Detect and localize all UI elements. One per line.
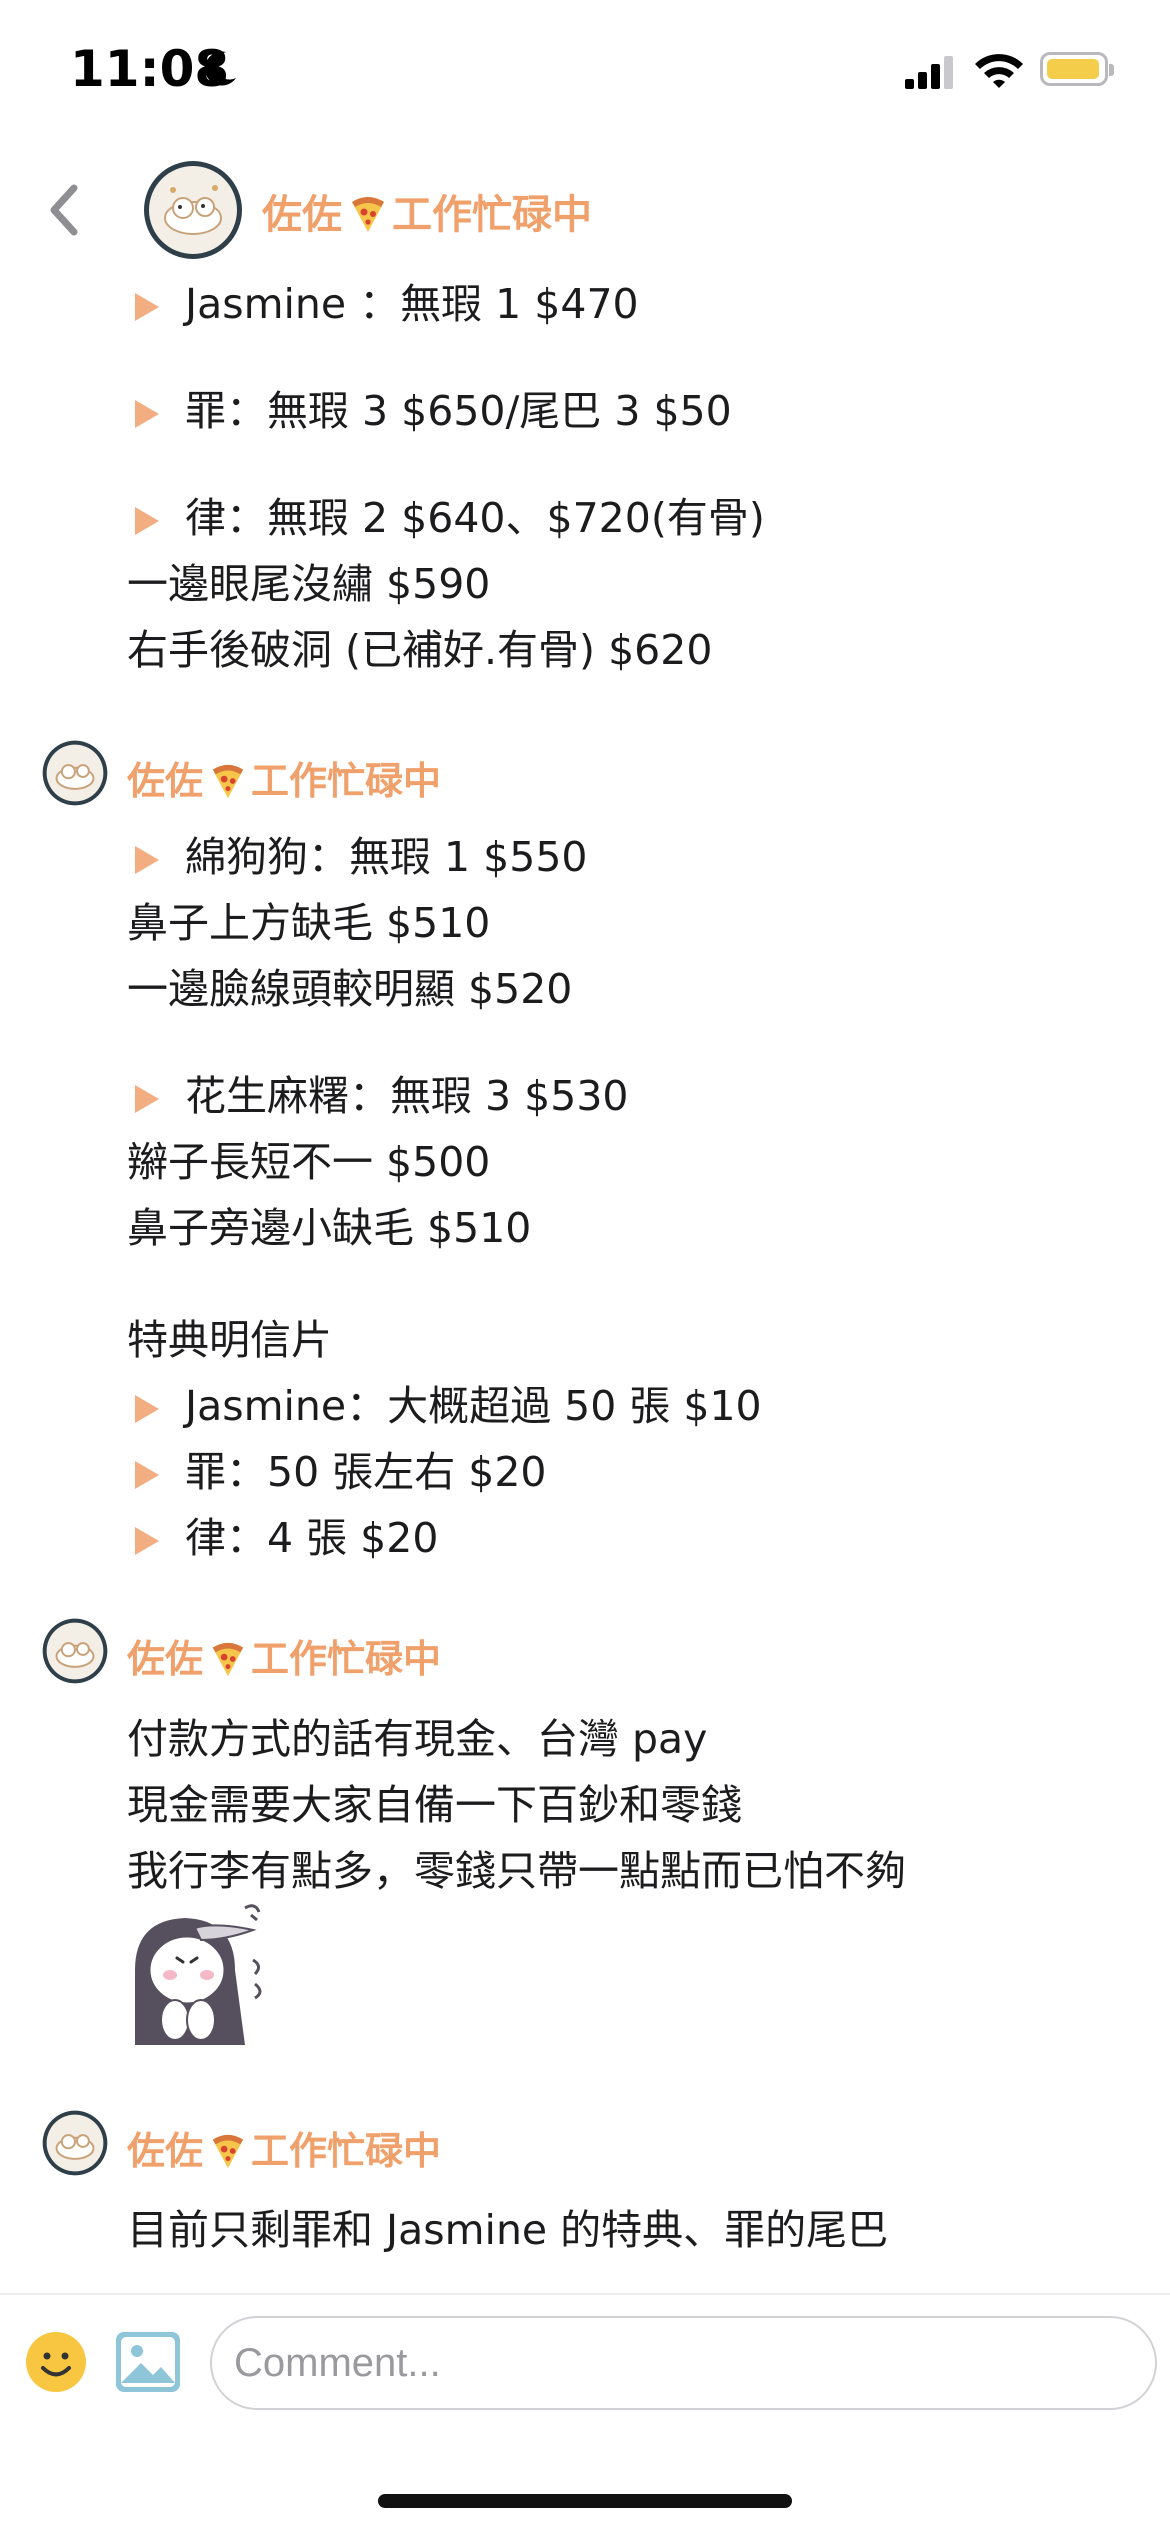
composer-divider xyxy=(0,2293,1170,2295)
wifi-icon xyxy=(975,54,1023,88)
message-line: 辮子長短不一 $500 xyxy=(127,1138,491,1186)
avatar[interactable] xyxy=(42,2110,108,2176)
bullet-icon xyxy=(135,1085,159,1113)
battery-icon xyxy=(1040,52,1114,86)
avatar[interactable] xyxy=(143,160,243,260)
message-line: 律：無瑕 2 $640、$720(有骨) xyxy=(127,484,765,544)
status-bar: 11:08 xyxy=(0,0,1170,140)
message-line: 律：4 張 $20 xyxy=(127,1504,438,1564)
message-author[interactable]: 佐佐 工作忙碌中 xyxy=(127,2120,441,2175)
message-line: 一邊眼尾沒繡 $590 xyxy=(127,560,491,608)
bullet-icon xyxy=(135,1527,159,1555)
image-icon[interactable] xyxy=(115,2331,181,2393)
message-line: 罪：50 張左右 $20 xyxy=(127,1438,547,1498)
message-line: Jasmine：大概超過 50 張 $10 xyxy=(127,1372,762,1432)
bullet-icon xyxy=(135,846,159,874)
contact-name[interactable]: 佐佐 工作忙碌中 xyxy=(262,182,592,240)
message-line: Jasmine ：無瑕 1 $470 xyxy=(127,270,639,330)
signal-icon xyxy=(905,56,953,89)
pizza-icon xyxy=(212,764,244,799)
message-author[interactable]: 佐佐 工作忙碌中 xyxy=(127,750,441,805)
message-line: 花生麻糬：無瑕 3 $530 xyxy=(127,1062,629,1122)
avatar[interactable] xyxy=(42,740,108,806)
message-line: 付款方式的話有現金、台灣 pay xyxy=(127,1715,708,1763)
message-line: 特典明信片 xyxy=(127,1316,332,1364)
bullet-icon xyxy=(135,1461,159,1489)
pizza-icon xyxy=(352,197,384,232)
avatar[interactable] xyxy=(42,1618,108,1684)
emoji-icon[interactable] xyxy=(25,2331,87,2393)
message-line: 我行李有點多，零錢只帶一點點而已怕不夠 xyxy=(127,1847,906,1895)
message-line: 鼻子旁邊小缺毛 $510 xyxy=(127,1204,532,1252)
message-line: 綿狗狗：無瑕 1 $550 xyxy=(127,823,588,883)
bullet-icon xyxy=(135,507,159,535)
message-author[interactable]: 佐佐 工作忙碌中 xyxy=(127,1628,441,1683)
message-line: 一邊臉線頭較明顯 $520 xyxy=(127,965,573,1013)
message-line: 右手後破洞 (已補好.有骨) $620 xyxy=(127,626,713,674)
message-line: 目前只剩罪和 Jasmine 的特典、罪的尾巴 xyxy=(127,2206,889,2254)
message-line: 鼻子上方缺毛 $510 xyxy=(127,899,491,947)
pizza-icon xyxy=(212,2134,244,2169)
moon-icon xyxy=(204,51,236,86)
penguin-sticker[interactable] xyxy=(125,1900,270,2045)
pizza-icon xyxy=(212,1642,244,1677)
comment-input[interactable] xyxy=(210,2316,1157,2410)
bullet-icon xyxy=(135,400,159,428)
back-chevron-icon[interactable] xyxy=(40,180,90,240)
message-line: 罪：無瑕 3 $650/尾巴 3 $50 xyxy=(127,377,732,437)
bullet-icon xyxy=(135,1395,159,1423)
chat-header: 佐佐 工作忙碌中 xyxy=(0,140,1170,280)
bullet-icon xyxy=(135,293,159,321)
home-indicator[interactable] xyxy=(378,2494,792,2508)
message-line: 現金需要大家自備一下百鈔和零錢 xyxy=(127,1781,742,1829)
